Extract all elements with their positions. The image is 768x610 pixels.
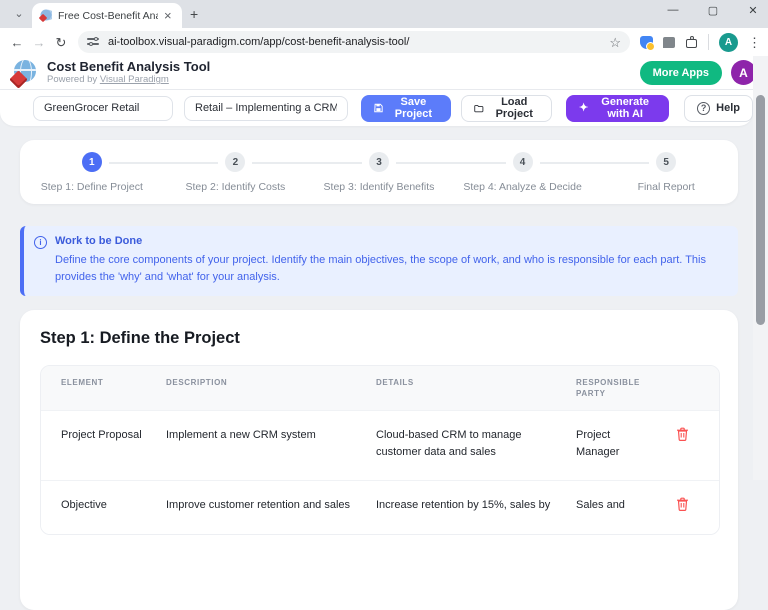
page-content: Save Project Load Project ✦ Generate wit… — [0, 90, 753, 480]
cell-details[interactable]: Cloud-based CRM to manage customer data … — [376, 427, 576, 460]
save-icon — [374, 102, 383, 114]
project-elements-table: Element Description Details Responsible … — [40, 365, 720, 535]
stepper-step-3[interactable]: 3 Step 3: Identify Benefits — [307, 152, 451, 204]
step-label: Step 2: Identify Costs — [185, 181, 285, 193]
browser-tabstrip: ⌄ Free Cost-Benefit Analysis Edito × + —… — [0, 0, 768, 28]
table-row: Project Proposal Implement a new CRM sys… — [41, 410, 719, 480]
help-button[interactable]: ? Help — [684, 95, 753, 122]
back-icon[interactable]: ← — [6, 36, 28, 49]
new-tab-button[interactable]: + — [190, 7, 198, 21]
powered-by-prefix: Powered by — [47, 74, 100, 85]
stepper-step-5[interactable]: 5 Final Report — [594, 152, 738, 204]
progress-stepper: 1 Step 1: Define Project 2 Step 2: Ident… — [20, 140, 738, 204]
step-label: Step 1: Define Project — [41, 181, 143, 193]
stepper-step-2[interactable]: 2 Step 2: Identify Costs — [164, 152, 308, 204]
browser-profile-avatar[interactable]: A — [719, 33, 738, 52]
step-label: Step 4: Analyze & Decide — [463, 181, 582, 193]
callout-title: Work to be Done — [55, 235, 724, 247]
project-name-input[interactable] — [33, 96, 173, 121]
save-button-label: Save Project — [389, 96, 438, 120]
save-project-button[interactable]: Save Project — [361, 95, 451, 122]
column-header: Details — [376, 377, 576, 399]
url-text[interactable]: ai-toolbox.visual-paradigm.com/app/cost-… — [108, 36, 602, 48]
tab-search-button[interactable]: ⌄ — [8, 6, 30, 23]
delete-row-button[interactable] — [676, 427, 689, 441]
trash-icon — [676, 497, 689, 511]
cell-responsible[interactable]: Sales and — [576, 497, 676, 514]
window-minimize-button[interactable]: — — [666, 4, 680, 17]
browser-tab[interactable]: Free Cost-Benefit Analysis Edito × — [32, 3, 182, 28]
step-number: 5 — [656, 152, 676, 172]
browser-toolbar: ← → ↻ ai-toolbox.visual-paradigm.com/app… — [0, 28, 768, 56]
visual-paradigm-link[interactable]: Visual Paradigm — [100, 74, 169, 85]
visual-paradigm-logo-icon — [12, 60, 38, 86]
info-icon: i — [34, 236, 47, 249]
app-header: Cost Benefit Analysis Tool Powered by Vi… — [0, 56, 768, 90]
sparkle-icon: ✦ — [579, 103, 588, 114]
section-title: Step 1: Define the Project — [40, 329, 720, 348]
page-scrollbar[interactable] — [753, 56, 768, 480]
step-number: 2 — [225, 152, 245, 172]
step-label: Final Report — [638, 181, 695, 193]
app-title: Cost Benefit Analysis Tool — [47, 59, 210, 74]
site-settings-icon[interactable] — [87, 36, 101, 48]
delete-row-button[interactable] — [676, 497, 689, 511]
trash-icon — [676, 427, 689, 441]
generate-button-label: Generate with AI — [594, 96, 656, 120]
help-icon: ? — [697, 102, 710, 115]
extension-icon[interactable] — [663, 37, 675, 48]
table-header-row: Element Description Details Responsible … — [41, 366, 719, 410]
window-maximize-button[interactable]: ▢ — [706, 4, 720, 17]
load-button-label: Load Project — [490, 96, 539, 120]
column-header: Description — [166, 377, 376, 399]
powered-by: Powered by Visual Paradigm — [47, 74, 210, 86]
column-header: Responsible Party — [576, 377, 676, 399]
more-apps-button[interactable]: More Apps — [640, 61, 722, 85]
tab-favicon-icon — [39, 9, 52, 22]
step-number: 3 — [369, 152, 389, 172]
extensions-puzzle-icon[interactable] — [685, 36, 698, 49]
load-project-button[interactable]: Load Project — [461, 95, 552, 122]
window-close-button[interactable]: ✕ — [746, 4, 760, 17]
chevron-down-icon: ⌄ — [14, 9, 23, 20]
generate-with-ai-button[interactable]: ✦ Generate with AI — [566, 95, 669, 122]
help-button-label: Help — [716, 102, 740, 114]
table-row: Objective Improve customer retention and… — [41, 480, 719, 534]
stepper-step-1[interactable]: 1 Step 1: Define Project — [20, 152, 164, 204]
scrollbar-thumb[interactable] — [756, 95, 765, 325]
cell-details[interactable]: Increase retention by 15%, sales by — [376, 497, 576, 514]
reload-icon[interactable]: ↻ — [50, 36, 72, 49]
cell-description[interactable]: Improve customer retention and sales — [166, 497, 376, 514]
step-number: 1 — [82, 152, 102, 172]
folder-icon — [474, 103, 484, 114]
tab-title: Free Cost-Benefit Analysis Edito — [58, 10, 158, 22]
cell-description[interactable]: Implement a new CRM system — [166, 427, 376, 460]
step1-section: Step 1: Define the Project Element Descr… — [20, 310, 738, 610]
divider — [708, 34, 709, 50]
tab-close-icon[interactable]: × — [164, 9, 172, 22]
extension-icon[interactable] — [640, 36, 653, 49]
callout-body: Define the core components of your proje… — [55, 252, 724, 285]
project-description-input[interactable] — [184, 96, 348, 121]
stepper-step-4[interactable]: 4 Step 4: Analyze & Decide — [451, 152, 595, 204]
address-bar[interactable]: ai-toolbox.visual-paradigm.com/app/cost-… — [78, 31, 630, 53]
project-toolbar: Save Project Load Project ✦ Generate wit… — [0, 90, 753, 126]
work-to-be-done-callout: i Work to be Done Define the core compon… — [20, 226, 738, 296]
step-label: Step 3: Identify Benefits — [324, 181, 435, 193]
bookmark-star-icon[interactable]: ☆ — [609, 36, 621, 49]
step-number: 4 — [513, 152, 533, 172]
cell-responsible[interactable]: Project Manager — [576, 427, 676, 460]
cell-element[interactable]: Project Proposal — [61, 427, 166, 460]
browser-menu-icon[interactable]: ⋮ — [748, 36, 761, 49]
column-header — [676, 377, 719, 399]
cell-element[interactable]: Objective — [61, 497, 166, 514]
forward-icon[interactable]: → — [28, 36, 50, 49]
column-header: Element — [61, 377, 166, 399]
